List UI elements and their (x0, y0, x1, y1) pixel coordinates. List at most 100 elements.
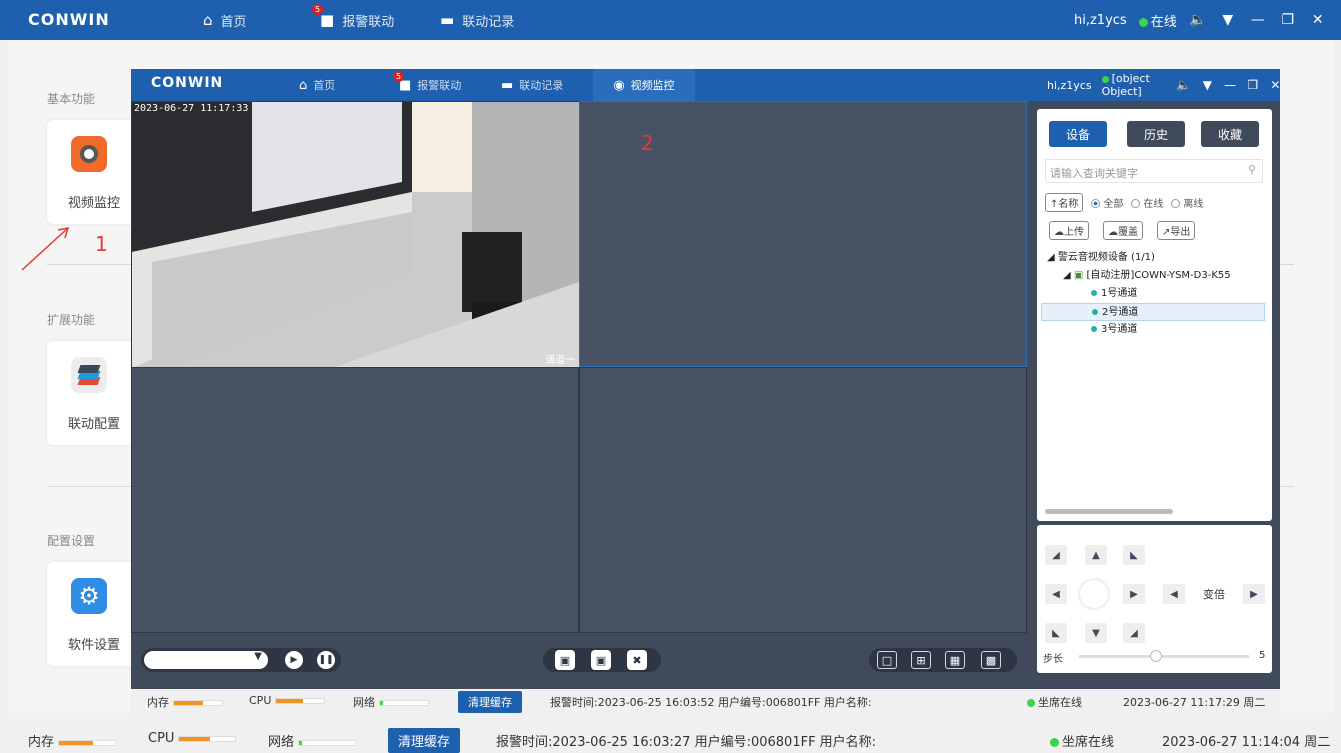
zoom-out-icon[interactable]: ◀ (1163, 584, 1185, 604)
step-slider-track[interactable] (1079, 655, 1249, 658)
radio-icon (1091, 198, 1101, 208)
inner-username: hi,z1ycs (1047, 78, 1092, 92)
app-logo: CONWIN (28, 10, 110, 29)
ptz-down-left-icon[interactable]: ◣ (1045, 623, 1067, 643)
inner-nav-alarm[interactable]: ■ 报警联动 5 (393, 69, 461, 101)
nav-home[interactable]: ⌂ 首页 (203, 0, 247, 40)
clear-icon[interactable]: ✖ (627, 650, 647, 670)
search-icon[interactable]: ⚲ (1248, 163, 1256, 176)
alarm-badge: 5 (312, 4, 323, 15)
layout-9-icon[interactable]: ▦ (945, 651, 965, 669)
minimize-icon[interactable]: — (1224, 78, 1237, 92)
tree-root[interactable]: ◢ 警云音视频设备 (1/1) (1041, 249, 1265, 267)
search-input[interactable]: 请输入查询关键字 ⚲ (1045, 159, 1263, 183)
nav-alarm-linkage[interactable]: ■ 报警联动 5 (312, 0, 394, 40)
stream-select[interactable]: ▼ (144, 651, 268, 669)
ptz-panel: ◢ ▲ ◣ ◀ ▶ ◣ ▼ ◢ ◀ 变倍 ▶ 步长 5 (1037, 525, 1272, 673)
filter-online[interactable]: 在线 (1131, 195, 1163, 210)
online-dot-icon (1050, 738, 1059, 747)
online-status: 在线 (1138, 11, 1177, 30)
filter-offline[interactable]: 离线 (1171, 195, 1203, 210)
ptz-down-right-icon[interactable]: ◢ (1123, 623, 1145, 643)
gear-icon: ⚙ (71, 578, 107, 614)
ptz-up-right-icon[interactable]: ◣ (1123, 545, 1145, 565)
restore-icon[interactable]: ❐ (1246, 78, 1259, 92)
main-status-bar: 内存 CPU 网络 清理缓存 报警时间:2023-06-25 16:03:27 … (0, 726, 1341, 753)
net-meter: 网络 (268, 731, 357, 750)
video-cell-3[interactable] (131, 367, 579, 633)
layout-4-icon[interactable]: ⊞ (911, 651, 931, 669)
video-cell-4[interactable] (579, 367, 1027, 633)
folder-icon: ▬ (440, 11, 455, 29)
save-icon[interactable]: ▣ (555, 650, 575, 670)
section-extended: 扩展功能 (47, 313, 96, 327)
tab-favorites[interactable]: 收藏 (1201, 121, 1259, 147)
ptz-down-icon[interactable]: ▼ (1085, 623, 1107, 643)
dropdown-icon[interactable]: ▼ (1201, 78, 1214, 92)
ptz-center-button[interactable] (1080, 580, 1108, 608)
zoom-in-icon[interactable]: ▶ (1243, 584, 1265, 604)
close-icon[interactable]: ✕ (1309, 12, 1327, 28)
nav-home-label: 首页 (220, 14, 247, 30)
bell-icon: ■ (320, 11, 335, 29)
pause-icon[interactable]: ❚❚ (317, 651, 335, 669)
play-icon[interactable]: ▶ (285, 651, 303, 669)
tree-channel-2[interactable]: 2号通道 (1041, 303, 1265, 321)
inner-nav-records-label: 联动记录 (519, 79, 564, 92)
volume-icon[interactable]: 🔈 (1176, 78, 1191, 92)
ptz-up-icon[interactable]: ▲ (1085, 545, 1107, 565)
user-area: hi,z1ycs 在线 🔈 ▼ — ❐ ✕ (1074, 0, 1327, 40)
inner-status-bar: 内存 CPU 网络 清理缓存 报警时间:2023-06-25 16:03:52 … (131, 689, 1280, 713)
overwrite-button[interactable]: ☁覆盖 (1103, 221, 1143, 240)
inner-nav-records[interactable]: ▬ 联动记录 (501, 69, 563, 101)
ptz-up-left-icon[interactable]: ◢ (1045, 545, 1067, 565)
tab-history[interactable]: 历史 (1127, 121, 1185, 147)
online-dot-icon (1138, 17, 1148, 27)
expand-icon: ◢ (1047, 252, 1058, 263)
close-icon[interactable]: ✕ (1269, 78, 1282, 92)
annotation-1: 1 (95, 232, 108, 256)
clear-cache-button[interactable]: 清理缓存 (388, 728, 461, 753)
inner-datetime: 2023-06-27 11:17:29 周二 (1123, 696, 1266, 709)
inner-logo: CONWIN (151, 75, 224, 91)
video-control-bar: ▼ ▶ ❚❚ ▣ ▣ ✖ □ ⊞ ▦ ▩ (131, 633, 1027, 689)
card-software-settings[interactable]: ⚙ 软件设置 (47, 562, 137, 666)
filter-all[interactable]: 全部 (1091, 195, 1123, 210)
ptz-right-icon[interactable]: ▶ (1123, 584, 1145, 604)
sort-name-button[interactable]: ↑名称 (1045, 192, 1084, 212)
minimize-icon[interactable]: — (1249, 12, 1267, 28)
channel-status-icon (1092, 309, 1098, 315)
nav-linkage-records[interactable]: ▬ 联动记录 (440, 0, 514, 40)
annotation-arrow (21, 227, 70, 271)
inner-titlebar: CONWIN ⌂ 首页 ■ 报警联动 5 ▬ 联动记录 ◉ 视频监控 hi,z1… (131, 69, 1280, 101)
step-slider-handle[interactable] (1149, 650, 1162, 662)
upload-button[interactable]: ☁上传 (1049, 221, 1089, 240)
video-cell-1[interactable]: 2023-06-27 11:17:33 通道一 (131, 101, 579, 368)
tab-video-monitor[interactable]: ◉ 视频监控 (593, 69, 695, 101)
inner-mem-meter: 内存 (147, 694, 223, 710)
tree-channel-1[interactable]: 1号通道 (1041, 285, 1265, 303)
dropdown-icon[interactable]: ▼ (1219, 12, 1237, 28)
volume-icon[interactable]: 🔈 (1189, 12, 1207, 28)
horizontal-scrollbar[interactable] (1045, 509, 1173, 514)
layout-16-icon[interactable]: ▩ (981, 651, 1001, 669)
video-grid: 2023-06-27 11:17:33 通道一 (131, 101, 1027, 633)
ptz-left-icon[interactable]: ◀ (1045, 584, 1067, 604)
tab-devices[interactable]: 设备 (1049, 121, 1107, 147)
tree-device[interactable]: ◢ ▣ [自动注册]COWN-YSM-D3-K55 (1041, 267, 1265, 285)
expand-icon: ◢ (1063, 270, 1074, 281)
export-button[interactable]: ↗导出 (1157, 221, 1196, 240)
card-video-monitor[interactable]: 视频监控 (47, 120, 137, 224)
restore-icon[interactable]: ❐ (1279, 12, 1297, 28)
layout-1-icon[interactable]: □ (877, 651, 897, 669)
fullscreen-icon[interactable]: ▣ (591, 650, 611, 670)
inner-clear-cache-button[interactable]: 清理缓存 (458, 691, 522, 713)
card-linkage-config[interactable]: 联动配置 (47, 341, 137, 445)
channel-status-icon (1091, 326, 1097, 332)
main-titlebar: CONWIN ⌂ 首页 ■ 报警联动 5 ▬ 联动记录 hi,z1ycs 在线 … (0, 0, 1341, 40)
tree-channel-3[interactable]: 3号通道 (1041, 321, 1265, 339)
cloud-icon: ☁ (1108, 227, 1118, 238)
inner-online-status: [object Object] (1101, 72, 1150, 98)
card-video-label: 视频监控 (67, 196, 120, 211)
inner-nav-home[interactable]: ⌂ 首页 (299, 69, 335, 101)
